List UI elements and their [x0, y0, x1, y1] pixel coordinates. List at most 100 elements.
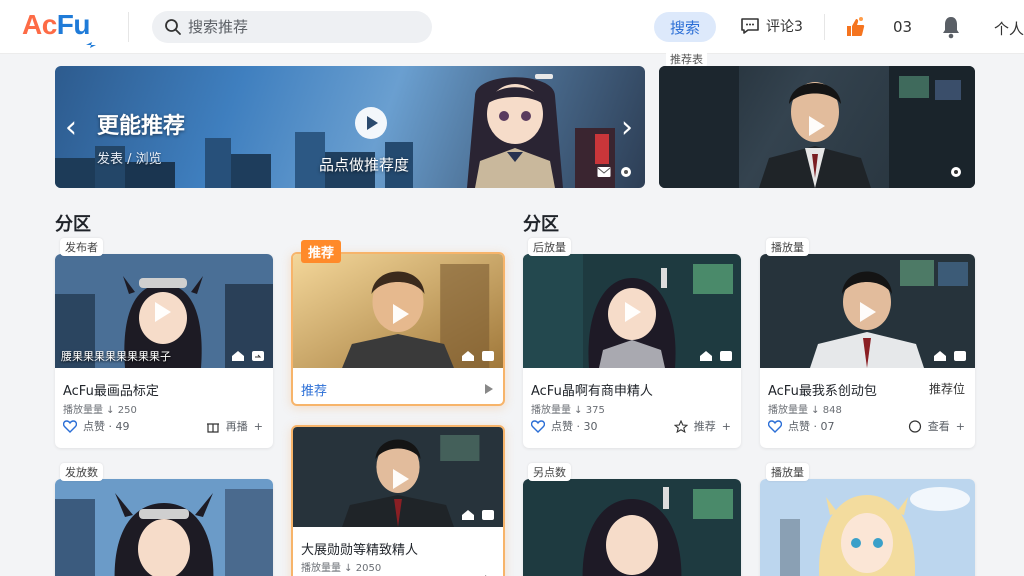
video-card[interactable]: AcFu晶啊有商申精人 播放量量 ↓ 375 点赞 · 30 推荐 + — [523, 254, 741, 448]
share-button[interactable]: 再播 + — [206, 418, 263, 434]
banner-subtitle: 发表 / 浏览 — [97, 152, 162, 167]
video-card[interactable] — [55, 479, 273, 576]
like-count: 03 — [893, 18, 913, 36]
settings-icon[interactable] — [619, 166, 633, 178]
video-title[interactable]: AcFu晶啊有商申精人 — [531, 380, 653, 399]
share-button[interactable]: 查看 + — [908, 418, 965, 434]
share-icon[interactable] — [719, 350, 733, 362]
main-banner[interactable]: ‹ › 更能推荐 发表 / 浏览 品点做推荐度 — [55, 66, 645, 188]
anime-girl-image — [467, 74, 563, 188]
gift-icon — [206, 422, 219, 433]
thumbnail-actions — [699, 350, 733, 362]
play-icon[interactable] — [155, 302, 171, 322]
acfun-logo[interactable]: AcFu — [22, 9, 91, 41]
recommended-card[interactable]: 推荐 — [291, 252, 505, 406]
video-card[interactable]: 腰果果果果果果果果子 AcFu最画品标定 播放量量 ↓ 250 点赞 · 49 … — [55, 254, 273, 448]
banner-caption: 品点做推荐度 — [319, 156, 410, 174]
card-tag: 播放量 — [766, 463, 809, 481]
home-icon[interactable] — [231, 350, 245, 362]
plus-icon[interactable]: + — [956, 420, 965, 433]
divider — [824, 14, 825, 40]
home-icon[interactable] — [461, 509, 475, 521]
settings-icon[interactable] — [949, 166, 963, 178]
recommend-slot-label: 推荐位 — [928, 382, 965, 396]
play-icon[interactable] — [393, 304, 409, 324]
share-icon[interactable] — [481, 509, 495, 521]
chevron-left-icon[interactable]: ‹ — [65, 110, 77, 145]
side-banner[interactable] — [659, 66, 975, 188]
like-button[interactable]: 点赞 · 30 — [531, 418, 598, 434]
plus-icon[interactable]: + — [254, 420, 263, 433]
share-label: 再播 — [225, 420, 248, 433]
divider — [128, 12, 129, 42]
home-icon[interactable] — [461, 350, 475, 362]
play-icon[interactable] — [393, 469, 409, 489]
video-card[interactable]: 大展勋勋等精致精人 播放量量 ↓ 2050 — [291, 425, 505, 576]
heart-icon — [531, 419, 545, 433]
section-title-left: 分区 — [55, 214, 91, 235]
blonde-anime-girl-thumbnail — [760, 479, 975, 576]
anime-girl-thumbnail — [523, 479, 741, 576]
section-title-right: 分区 — [523, 214, 559, 235]
like-button[interactable]: 点赞 · 49 — [63, 418, 130, 434]
thumbnail-actions — [461, 350, 495, 362]
plus-icon[interactable]: + — [722, 420, 731, 433]
card-tag: 播放量 — [766, 238, 809, 256]
like-count: 点赞 · 49 — [83, 420, 130, 433]
top-bar: AcFu 搜索 评论3 03 个人 — [0, 0, 1024, 54]
video-card[interactable] — [523, 479, 741, 576]
chevron-right-icon[interactable]: › — [621, 110, 633, 145]
anime-girl-thumbnail — [55, 479, 273, 576]
banner-actions — [597, 166, 633, 178]
share-label: 推荐 — [693, 420, 716, 433]
share-button[interactable]: 推荐 + — [673, 418, 731, 434]
bell-icon[interactable] — [940, 15, 962, 39]
like-button[interactable]: 点赞 · 07 — [768, 418, 835, 434]
side-banner-actions — [949, 166, 963, 178]
play-icon[interactable] — [809, 116, 825, 136]
search-box[interactable] — [152, 11, 432, 43]
thumbnail-actions — [461, 509, 495, 521]
card-tag: 另点数 — [528, 463, 571, 481]
search-button[interactable]: 搜索 — [654, 12, 716, 42]
card-tag: 后放量 — [528, 238, 571, 256]
play-icon[interactable] — [860, 302, 876, 322]
share-icon[interactable] — [481, 350, 495, 362]
home-icon[interactable] — [699, 350, 713, 362]
home-icon[interactable] — [933, 350, 947, 362]
star-icon — [673, 419, 688, 433]
user-menu[interactable]: 个人 — [994, 18, 1024, 39]
play-icon[interactable] — [355, 107, 387, 139]
play-arrow-icon[interactable] — [485, 384, 493, 394]
like-count: 点赞 · 30 — [551, 420, 598, 433]
video-title[interactable]: 大展勋勋等精致精人 — [301, 539, 418, 558]
share-icon[interactable] — [251, 350, 265, 362]
play-count: 播放量量 ↓ 375 — [531, 405, 605, 416]
banner-title: 更能推荐 — [97, 114, 186, 139]
thumbnail-caption: 腰果果果果果果果果子 — [61, 350, 171, 363]
comment-icon — [908, 419, 921, 433]
play-icon[interactable] — [625, 302, 641, 322]
comment-icon — [741, 18, 759, 34]
card-tag: 发布者 — [60, 238, 103, 256]
search-input[interactable] — [188, 18, 418, 36]
thumbs-up-icon[interactable] — [844, 16, 866, 38]
play-count: 播放量量 ↓ 848 — [768, 405, 842, 416]
video-title[interactable]: AcFu最我系创动包 — [768, 380, 877, 399]
logo-mark-icon — [86, 42, 96, 48]
messages-button[interactable]: 评论3 — [740, 16, 803, 36]
mail-icon[interactable] — [597, 166, 611, 178]
video-card[interactable]: AcFu最我系创动包 推荐位 播放量量 ↓ 848 点赞 · 07 查看 + — [760, 254, 975, 448]
share-label: 查看 — [927, 420, 950, 433]
recommend-label[interactable]: 推荐 — [301, 380, 327, 399]
card-tag: 发放数 — [60, 463, 103, 481]
video-card[interactable] — [760, 479, 975, 576]
like-count: 点赞 · 07 — [788, 420, 835, 433]
share-icon[interactable] — [953, 350, 967, 362]
play-count: 播放量量 ↓ 2050 — [301, 563, 382, 574]
thumbnail-actions — [933, 350, 967, 362]
messages-label: 评论3 — [766, 19, 803, 35]
recommend-badge: 推荐 — [301, 240, 342, 263]
video-title[interactable]: AcFu最画品标定 — [63, 380, 159, 399]
thumbnail-actions — [231, 350, 265, 362]
